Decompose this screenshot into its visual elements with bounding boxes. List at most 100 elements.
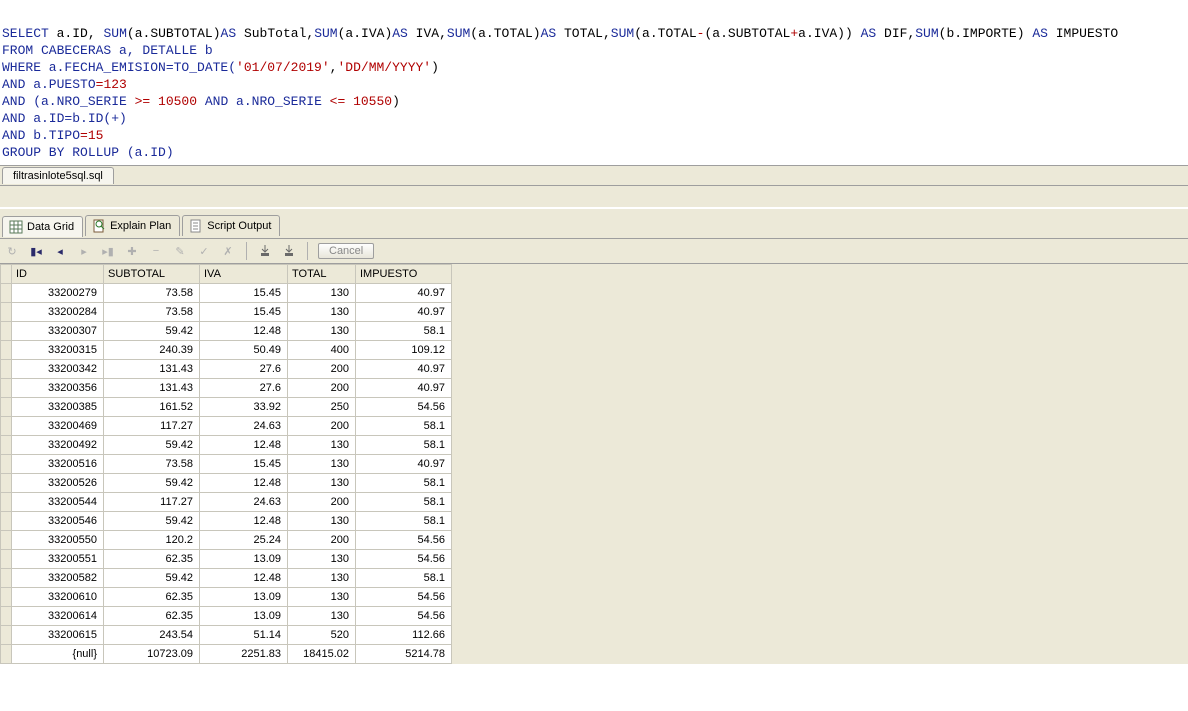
grid-cell[interactable]: 130 [288, 436, 356, 455]
table-row[interactable]: 33200342131.4327.620040.97 [1, 360, 452, 379]
row-indicator[interactable] [1, 474, 12, 493]
grid-cell[interactable]: 250 [288, 398, 356, 417]
grid-cell[interactable]: 240.39 [104, 341, 200, 360]
row-indicator[interactable] [1, 455, 12, 474]
grid-cell[interactable]: 58.1 [356, 569, 452, 588]
export2-icon[interactable] [281, 243, 297, 259]
grid-cell[interactable]: 33200582 [12, 569, 104, 588]
row-indicator[interactable] [1, 398, 12, 417]
col-header-impuesto[interactable]: IMPUESTO [356, 265, 452, 284]
grid-cell[interactable]: 161.52 [104, 398, 200, 417]
grid-cell[interactable]: 58.1 [356, 474, 452, 493]
grid-cell[interactable]: 10723.09 [104, 645, 200, 664]
col-header-total[interactable]: TOTAL [288, 265, 356, 284]
grid-cell[interactable]: 200 [288, 360, 356, 379]
col-header-id[interactable]: ID [12, 265, 104, 284]
row-indicator[interactable] [1, 417, 12, 436]
grid-cell[interactable]: 62.35 [104, 607, 200, 626]
tab-data-grid[interactable]: Data Grid [2, 216, 83, 237]
grid-cell[interactable]: 33200356 [12, 379, 104, 398]
grid-cell[interactable]: 200 [288, 417, 356, 436]
grid-cell[interactable]: 54.56 [356, 531, 452, 550]
grid-cell[interactable]: 54.56 [356, 550, 452, 569]
table-row[interactable]: 33200550120.225.2420054.56 [1, 531, 452, 550]
grid-cell[interactable]: 130 [288, 474, 356, 493]
grid-cell[interactable]: 12.48 [200, 436, 288, 455]
grid-cell[interactable]: 40.97 [356, 360, 452, 379]
grid-cell[interactable]: 18415.02 [288, 645, 356, 664]
grid-cell[interactable]: 112.66 [356, 626, 452, 645]
grid-cell[interactable]: 117.27 [104, 417, 200, 436]
table-row[interactable]: 3320058259.4212.4813058.1 [1, 569, 452, 588]
cancel-button[interactable]: Cancel [318, 243, 374, 259]
grid-cell[interactable]: 109.12 [356, 341, 452, 360]
table-row[interactable]: 3320030759.4212.4813058.1 [1, 322, 452, 341]
table-row[interactable]: 33200469117.2724.6320058.1 [1, 417, 452, 436]
nav-cancel-icon[interactable]: ✗ [220, 243, 236, 259]
row-indicator[interactable] [1, 379, 12, 398]
grid-cell[interactable]: 131.43 [104, 379, 200, 398]
grid-cell[interactable]: 15.45 [200, 284, 288, 303]
data-grid[interactable]: ID SUBTOTAL IVA TOTAL IMPUESTO 332002797… [0, 264, 452, 664]
grid-cell[interactable]: 130 [288, 607, 356, 626]
nav-edit-icon[interactable]: ✎ [172, 243, 188, 259]
row-indicator[interactable] [1, 569, 12, 588]
grid-cell[interactable]: 117.27 [104, 493, 200, 512]
table-row[interactable]: 3320055162.3513.0913054.56 [1, 550, 452, 569]
nav-prev-icon[interactable]: ◂ [52, 243, 68, 259]
grid-cell[interactable]: 50.49 [200, 341, 288, 360]
table-row[interactable]: 33200315240.3950.49400109.12 [1, 341, 452, 360]
grid-cell[interactable]: 12.48 [200, 322, 288, 341]
grid-cell[interactable]: 25.24 [200, 531, 288, 550]
grid-cell[interactable]: 130 [288, 569, 356, 588]
grid-cell[interactable]: 130 [288, 550, 356, 569]
sql-editor[interactable]: SELECT a.ID, SUM(a.SUBTOTAL)AS SubTotal,… [0, 0, 1188, 166]
grid-cell[interactable]: 59.42 [104, 322, 200, 341]
grid-cell[interactable]: 33200307 [12, 322, 104, 341]
nav-refresh-icon[interactable]: ↻ [4, 243, 20, 259]
table-row[interactable]: 3320061462.3513.0913054.56 [1, 607, 452, 626]
row-indicator[interactable] [1, 493, 12, 512]
grid-cell[interactable]: 15.45 [200, 303, 288, 322]
grid-cell[interactable]: 40.97 [356, 303, 452, 322]
row-indicator[interactable] [1, 531, 12, 550]
row-indicator[interactable] [1, 626, 12, 645]
grid-cell[interactable]: 24.63 [200, 493, 288, 512]
grid-cell[interactable]: 33200284 [12, 303, 104, 322]
nav-post-icon[interactable]: ✓ [196, 243, 212, 259]
table-row[interactable]: 33200615243.5451.14520112.66 [1, 626, 452, 645]
table-row[interactable]: 3320028473.5815.4513040.97 [1, 303, 452, 322]
grid-cell[interactable]: 33200615 [12, 626, 104, 645]
grid-cell[interactable]: 2251.83 [200, 645, 288, 664]
grid-cell[interactable]: 33200469 [12, 417, 104, 436]
grid-cell[interactable]: 73.58 [104, 284, 200, 303]
nav-next-icon[interactable]: ▸ [76, 243, 92, 259]
table-row[interactable]: 3320049259.4212.4813058.1 [1, 436, 452, 455]
grid-cell[interactable]: 13.09 [200, 607, 288, 626]
grid-cell[interactable]: 33200544 [12, 493, 104, 512]
grid-cell[interactable]: 130 [288, 284, 356, 303]
grid-cell[interactable]: 520 [288, 626, 356, 645]
grid-cell[interactable]: 59.42 [104, 436, 200, 455]
tab-explain-plan[interactable]: Explain Plan [85, 215, 180, 236]
table-row[interactable]: 3320052659.4212.4813058.1 [1, 474, 452, 493]
grid-cell[interactable]: 59.42 [104, 512, 200, 531]
grid-cell[interactable]: 33200614 [12, 607, 104, 626]
grid-cell[interactable]: 200 [288, 531, 356, 550]
grid-cell[interactable]: 120.2 [104, 531, 200, 550]
grid-cell[interactable]: 12.48 [200, 512, 288, 531]
grid-cell[interactable]: 40.97 [356, 379, 452, 398]
table-row[interactable]: 33200544117.2724.6320058.1 [1, 493, 452, 512]
tab-script-output[interactable]: Script Output [182, 215, 280, 236]
grid-cell[interactable]: 33200516 [12, 455, 104, 474]
grid-cell[interactable]: 33200610 [12, 588, 104, 607]
grid-cell[interactable]: 58.1 [356, 493, 452, 512]
grid-cell[interactable]: 58.1 [356, 512, 452, 531]
grid-cell[interactable]: 13.09 [200, 588, 288, 607]
table-row[interactable]: 3320051673.5815.4513040.97 [1, 455, 452, 474]
grid-cell[interactable]: 12.48 [200, 474, 288, 493]
grid-cell[interactable]: 62.35 [104, 550, 200, 569]
grid-cell[interactable]: 27.6 [200, 379, 288, 398]
grid-cell[interactable]: 73.58 [104, 303, 200, 322]
grid-cell[interactable]: 33200279 [12, 284, 104, 303]
